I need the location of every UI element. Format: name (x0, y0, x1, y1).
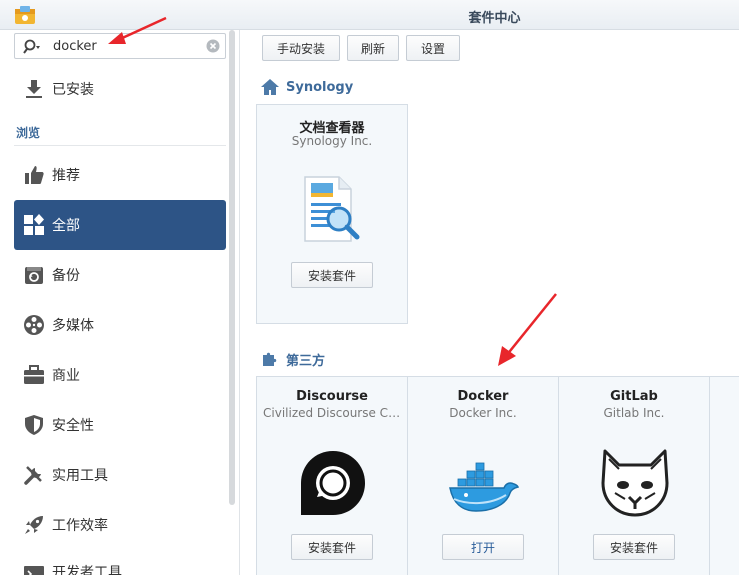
sidebar-item-installed[interactable]: 已安装 (14, 64, 226, 114)
package-name: Docker (457, 389, 509, 404)
package-vendor: Synology Inc. (291, 134, 373, 148)
annotation-arrow-docker (498, 293, 557, 366)
document-viewer-icon (304, 176, 360, 242)
sidebar-item-business[interactable]: 商业 (14, 350, 226, 400)
third-party-group-header: 第三方 (260, 349, 325, 369)
install-package-button[interactable]: 安装套件 (291, 262, 373, 288)
manual-install-button[interactable]: 手动安装 (262, 35, 340, 61)
sidebar-item-label: 安全性 (52, 418, 94, 434)
tools-icon (22, 463, 46, 487)
divider (14, 145, 226, 146)
title-bar: 套件中心 (0, 0, 739, 30)
docker-whale-icon (449, 462, 520, 512)
sidebar-item-label: 工作效率 (52, 518, 108, 534)
search-input[interactable] (53, 37, 203, 55)
sidebar-item-utilities[interactable]: 实用工具 (14, 450, 226, 500)
sidebar-item-label: 实用工具 (52, 468, 108, 484)
synology-group-header: Synology (260, 78, 353, 96)
sidebar-item-developer-tools[interactable]: 开发者工具 (14, 550, 226, 575)
package-vendor: Docker Inc. (449, 406, 517, 420)
refresh-button[interactable]: 刷新 (347, 35, 399, 61)
sidebar-item-productivity[interactable]: 工作效率 (14, 500, 226, 550)
shield-icon (22, 413, 46, 437)
backup-icon (22, 263, 46, 287)
package-card-discourse[interactable]: Discourse Civilized Discourse Constructi… (256, 376, 408, 575)
package-vendor: Civilized Discourse Construction Kit, In… (263, 406, 401, 420)
sidebar-item-label: 商业 (52, 368, 80, 384)
window-title: 套件中心 (468, 11, 521, 26)
open-package-button[interactable]: 打开 (442, 534, 524, 560)
download-icon (22, 77, 46, 101)
rocket-icon (22, 513, 46, 537)
sidebar-item-label: 开发者工具 (52, 565, 122, 575)
package-name: Discourse (296, 389, 368, 404)
developer-icon (22, 562, 46, 575)
sidebar-scrollbar[interactable] (229, 30, 235, 505)
sidebar-item-all[interactable]: 全部 (14, 200, 226, 250)
sidebar-item-backup[interactable]: 备份 (14, 250, 226, 300)
synology-group-title: Synology (286, 79, 354, 95)
package-card-partial[interactable] (709, 376, 739, 575)
discourse-logo-icon (301, 451, 365, 515)
search-icon[interactable] (23, 38, 41, 56)
gitlab-fox-icon (601, 449, 669, 517)
sidebar-item-security[interactable]: 安全性 (14, 400, 226, 450)
thumbs-up-icon (22, 163, 46, 187)
sidebar-item-multimedia[interactable]: 多媒体 (14, 300, 226, 350)
package-name: GitLab (610, 389, 658, 404)
home-icon (261, 79, 279, 95)
install-package-button[interactable]: 安装套件 (291, 534, 373, 560)
sidebar-item-label: 已安装 (52, 82, 94, 98)
install-package-button[interactable]: 安装套件 (593, 534, 675, 560)
sidebar: 已安装 浏览 推荐 全部 备份 多媒体 商业 安全性 (0, 30, 240, 575)
search-box[interactable] (14, 33, 226, 59)
sidebar-item-label: 多媒体 (52, 318, 94, 334)
package-card-document-viewer[interactable]: 文档查看器 Synology Inc. 安装套件 (256, 104, 408, 324)
film-reel-icon (22, 313, 46, 337)
clear-search-icon[interactable] (206, 39, 220, 53)
settings-button[interactable]: 设置 (406, 35, 460, 61)
sidebar-item-label: 推荐 (52, 168, 80, 184)
sidebar-item-label: 全部 (52, 218, 80, 234)
briefcase-icon (22, 363, 46, 387)
package-card-gitlab[interactable]: GitLab Gitlab Inc. 安装套件 (558, 376, 710, 575)
all-grid-icon (22, 213, 46, 237)
third-party-group-title: 第三方 (286, 353, 326, 369)
sidebar-item-label: 备份 (52, 268, 80, 284)
puzzle-icon (263, 352, 277, 366)
package-vendor: Gitlab Inc. (603, 406, 665, 420)
package-card-docker[interactable]: Docker Docker Inc. 打开 (407, 376, 559, 575)
sidebar-item-recommended[interactable]: 推荐 (14, 150, 226, 200)
browse-section-label: 浏览 (16, 126, 41, 140)
